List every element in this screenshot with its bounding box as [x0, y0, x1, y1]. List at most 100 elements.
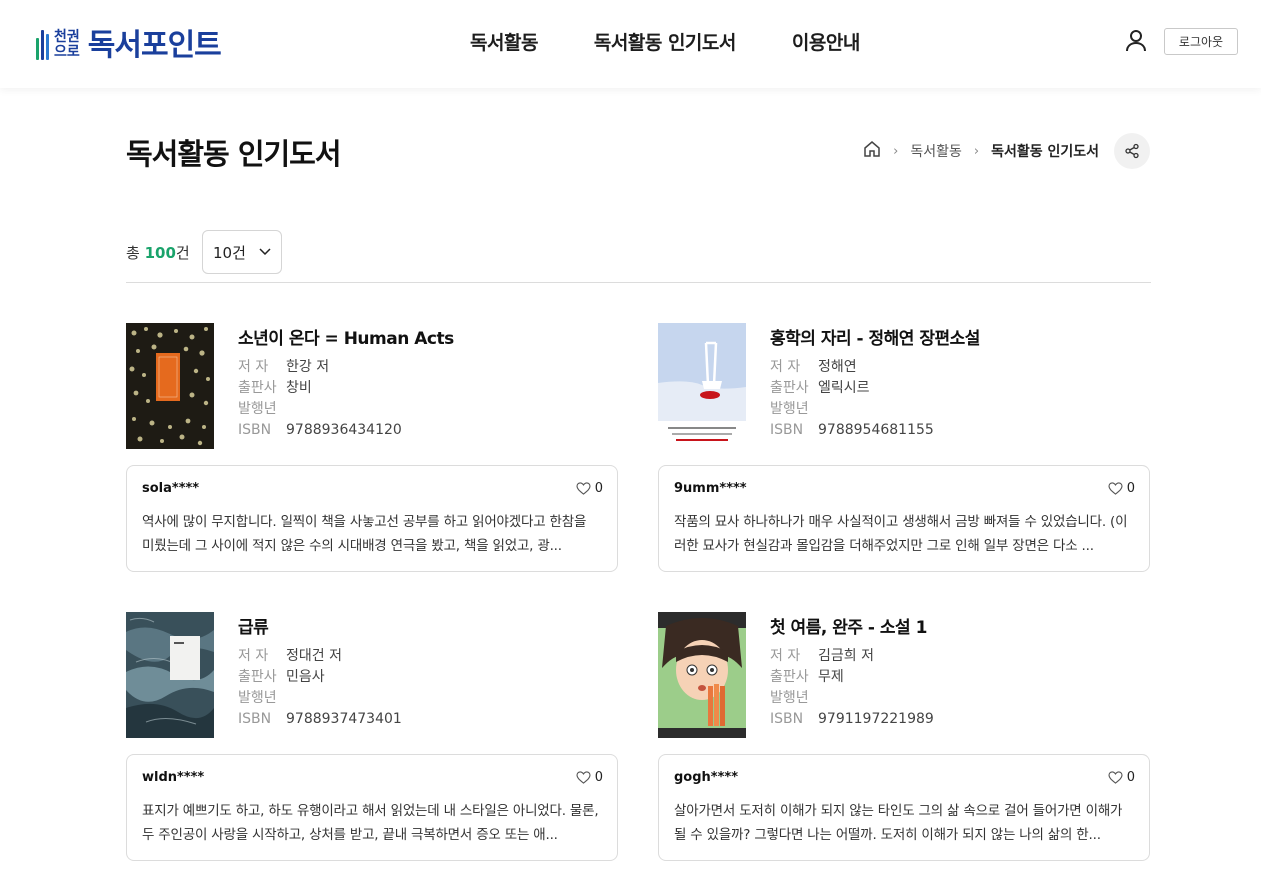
book-isbn: 9788937473401: [286, 711, 402, 727]
book-cover[interactable]: [658, 612, 746, 738]
book-publisher-row: 출판사 민음사: [238, 667, 402, 688]
book-publisher-row: 출판사 엘릭시르: [770, 378, 980, 399]
like-count: 0: [1126, 770, 1135, 785]
book-publisher: 창비: [286, 380, 312, 396]
logo-text: 독서포인트: [87, 28, 222, 63]
review-text: 표지가 예쁘기도 하고, 하도 유행이라고 해서 읽었는데 내 스타일은 아니었…: [142, 803, 599, 843]
nav-item-reading-activity[interactable]: 독서활동: [470, 28, 538, 55]
book-isbn: 9788954681155: [818, 422, 934, 438]
label-isbn: ISBN: [238, 711, 272, 727]
page-size-value: 10건: [213, 243, 246, 262]
book-info: 홍학의 자리 - 정해연 장편소설 저 자 정해연 출판사 엘릭시르 발행년 ISB…: [770, 323, 980, 441]
book-isbn: 9791197221989: [818, 711, 934, 727]
label-year: 발행년: [238, 401, 277, 417]
review-card[interactable]: wldn**** 0 표지가 예쁘기도 하고, 하도 유행이라고 해서 읽었는데…: [126, 754, 618, 861]
book-card: 첫 여름, 완주 - 소설 1 저 자 김금희 저 출판사 무제 발행년 ISBN 9…: [658, 612, 1150, 862]
book-cover[interactable]: [126, 612, 214, 738]
review-card[interactable]: 9umm**** 0 작품의 묘사 하나하나가 매우 사실적이고 생생해서 금방…: [658, 465, 1150, 572]
logo-small-text: 천권: [54, 29, 80, 45]
heart-icon: [576, 771, 591, 784]
label-publisher: 출판사: [238, 380, 277, 396]
chevron-right-icon: ›: [973, 143, 980, 159]
heart-icon: [576, 482, 591, 495]
logo-mark: 천권 으로: [36, 24, 80, 60]
home-icon[interactable]: [863, 140, 881, 162]
heart-icon: [1108, 482, 1123, 495]
label-year: 발행년: [770, 690, 809, 706]
book-title[interactable]: 소년이 온다 = Human Acts: [238, 324, 454, 349]
book-title[interactable]: 홍학의 자리 - 정해연 장편소설: [770, 324, 980, 349]
book-card: 소년이 온다 = Human Acts 저 자 한강 저 출판사 창비 발행년 IS…: [126, 323, 618, 573]
book-isbn-row: ISBN 9788936434120: [238, 420, 454, 441]
label-author: 저 자: [770, 648, 801, 664]
book-author: 한강 저: [286, 359, 330, 375]
book-info: 첫 여름, 완주 - 소설 1 저 자 김금희 저 출판사 무제 발행년 ISBN 9…: [770, 612, 934, 730]
heart-icon: [1108, 771, 1123, 784]
total-count: 총 100건: [126, 242, 190, 263]
label-publisher: 출판사: [770, 380, 809, 396]
book-info: 급류 저 자 정대건 저 출판사 민음사 발행년 ISBN 9788937473401: [238, 612, 402, 730]
book-author-row: 저 자 한강 저: [238, 357, 454, 378]
total-suffix: 건: [175, 244, 190, 262]
nav-item-popular-books[interactable]: 독서활동 인기도서: [594, 28, 736, 55]
book-publisher-row: 출판사 창비: [238, 378, 454, 399]
book-card: 홍학의 자리 - 정해연 장편소설 저 자 정해연 출판사 엘릭시르 발행년 ISB…: [658, 323, 1150, 573]
book-author: 정해연: [818, 359, 857, 375]
book-title[interactable]: 첫 여름, 완주 - 소설 1: [770, 613, 934, 638]
total-count-number: 100: [144, 244, 176, 262]
book-year-row: 발행년: [770, 399, 980, 420]
book-isbn-row: ISBN 9788954681155: [770, 420, 980, 441]
logo-stack: 천권 으로: [54, 30, 80, 60]
label-author: 저 자: [770, 359, 801, 375]
review-card[interactable]: sola**** 0 역사에 많이 무지합니다. 일찍이 책을 사놓고선 공부를…: [126, 465, 618, 572]
book-publisher-row: 출판사 무제: [770, 667, 934, 688]
share-icon: [1125, 143, 1139, 159]
book-isbn-row: ISBN 9791197221989: [770, 709, 934, 730]
book-publisher: 엘릭시르: [818, 380, 870, 396]
like-count: 0: [594, 481, 603, 496]
total-prefix: 총: [126, 244, 145, 262]
label-year: 발행년: [770, 401, 809, 417]
review-card[interactable]: gogh**** 0 살아가면서 도저히 이해가 되지 않는 타인도 그의 삶 …: [658, 754, 1150, 861]
like-count: 0: [1126, 481, 1135, 496]
like-count: 0: [594, 770, 603, 785]
book-card: 급류 저 자 정대건 저 출판사 민음사 발행년 ISBN 9788937473401…: [126, 612, 618, 862]
page-size-select[interactable]: 10건: [202, 230, 282, 274]
user-icon[interactable]: [1124, 28, 1148, 52]
book-publisher: 민음사: [286, 669, 325, 685]
book-cover[interactable]: [658, 323, 746, 449]
book-title[interactable]: 급류: [238, 613, 402, 638]
label-isbn: ISBN: [770, 711, 804, 727]
share-button[interactable]: [1114, 133, 1150, 169]
book-isbn: 9788936434120: [286, 422, 402, 438]
label-publisher: 출판사: [238, 669, 277, 685]
label-author: 저 자: [238, 648, 269, 664]
label-year: 발행년: [238, 690, 277, 706]
breadcrumb-current: 독서활동 인기도서: [991, 144, 1099, 160]
like-button[interactable]: 0: [576, 770, 603, 785]
review-user: gogh****: [674, 770, 738, 785]
main-nav: 독서활동 독서활동 인기도서 이용안내: [470, 28, 860, 55]
chevron-right-icon: ›: [893, 143, 899, 159]
review-user: 9umm****: [674, 481, 747, 496]
book-author: 정대건 저: [286, 648, 342, 664]
nav-item-guide[interactable]: 이용안내: [792, 28, 860, 55]
site-logo[interactable]: 천권 으로 독서포인트: [36, 22, 222, 63]
chevron-down-icon: [259, 248, 271, 256]
book-isbn-row: ISBN 9788937473401: [238, 709, 402, 730]
review-user: wldn****: [142, 770, 205, 785]
breadcrumb: › 독서활동 › 독서활동 인기도서: [863, 140, 1099, 162]
breadcrumb-item[interactable]: 독서활동: [910, 141, 962, 161]
book-year-row: 발행년: [238, 688, 402, 709]
book-author: 김금희 저: [818, 648, 874, 664]
like-button[interactable]: 0: [576, 481, 603, 496]
logout-button[interactable]: 로그아웃: [1164, 28, 1238, 55]
book-cover[interactable]: [126, 323, 214, 449]
like-button[interactable]: 0: [1108, 481, 1135, 496]
book-info: 소년이 온다 = Human Acts 저 자 한강 저 출판사 창비 발행년 IS…: [238, 323, 454, 441]
review-text: 작품의 묘사 하나하나가 매우 사실적이고 생생해서 금방 빠져들 수 있었습니…: [674, 514, 1128, 554]
logo-bar: [36, 38, 39, 60]
like-button[interactable]: 0: [1108, 770, 1135, 785]
label-publisher: 출판사: [770, 669, 809, 685]
label-isbn: ISBN: [770, 422, 804, 438]
